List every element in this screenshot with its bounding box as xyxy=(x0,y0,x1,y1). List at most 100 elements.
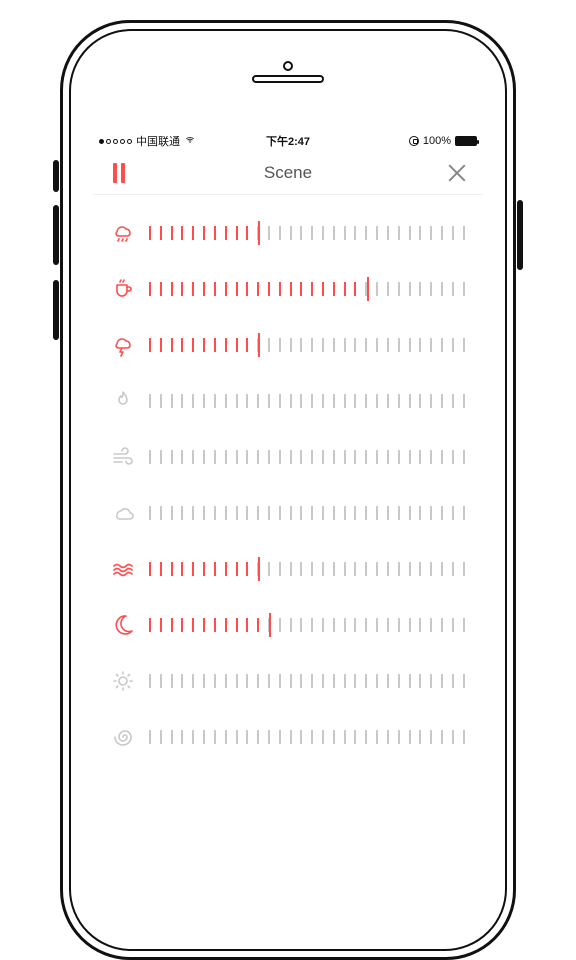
slider-tick xyxy=(149,338,151,352)
moon-icon[interactable] xyxy=(111,613,135,637)
volume-slider-sun[interactable] xyxy=(149,669,465,693)
slider-tick xyxy=(160,450,162,464)
slider-tick xyxy=(354,674,356,688)
slider-thumb[interactable] xyxy=(258,221,260,245)
sun-icon[interactable] xyxy=(111,669,135,693)
cup-icon[interactable] xyxy=(111,277,135,301)
slider-tick xyxy=(181,506,183,520)
slider-tick xyxy=(225,562,227,576)
slider-tick xyxy=(246,226,248,240)
slider-tick xyxy=(214,226,216,240)
slider-tick xyxy=(181,730,183,744)
slider-tick xyxy=(387,618,389,632)
slider-tick xyxy=(409,450,411,464)
slider-tick xyxy=(203,338,205,352)
slider-tick xyxy=(192,226,194,240)
slider-thumb[interactable] xyxy=(258,333,260,357)
slider-tick xyxy=(225,674,227,688)
slider-tick xyxy=(268,506,270,520)
slider-thumb[interactable] xyxy=(367,277,369,301)
slider-tick xyxy=(214,674,216,688)
slider-tick xyxy=(300,450,302,464)
fire-icon[interactable] xyxy=(111,389,135,413)
waves-icon[interactable] xyxy=(111,557,135,581)
slider-thumb[interactable] xyxy=(269,613,271,637)
slider-tick xyxy=(171,730,173,744)
slider-tick xyxy=(387,562,389,576)
slider-tick xyxy=(430,730,432,744)
slider-tick xyxy=(452,282,454,296)
slider-tick xyxy=(246,450,248,464)
slider-tick xyxy=(463,226,465,240)
slider-tick xyxy=(398,450,400,464)
slider-tick xyxy=(419,618,421,632)
cloud2-icon[interactable] xyxy=(111,501,135,525)
slider-tick xyxy=(171,450,173,464)
slider-tick xyxy=(192,282,194,296)
volume-slider-waves[interactable] xyxy=(149,557,465,581)
close-button[interactable] xyxy=(447,163,467,183)
slider-tick xyxy=(171,506,173,520)
slider-tick xyxy=(311,394,313,408)
volume-slider-thunder[interactable] xyxy=(149,333,465,357)
slider-tick xyxy=(279,450,281,464)
slider-tick xyxy=(290,562,292,576)
slider-tick xyxy=(419,506,421,520)
slider-tick xyxy=(409,226,411,240)
slider-tick xyxy=(171,562,173,576)
slider-tick xyxy=(279,730,281,744)
slider-tick xyxy=(387,394,389,408)
slider-tick xyxy=(441,226,443,240)
slider-tick xyxy=(430,282,432,296)
slider-tick xyxy=(225,506,227,520)
slider-tick xyxy=(236,394,238,408)
slider-tick xyxy=(246,730,248,744)
slider-tick xyxy=(441,562,443,576)
slider-tick xyxy=(268,562,270,576)
sound-row-sun xyxy=(93,653,483,709)
slider-tick xyxy=(311,450,313,464)
slider-thumb[interactable] xyxy=(258,557,260,581)
slider-tick xyxy=(171,282,173,296)
slider-tick xyxy=(463,506,465,520)
spiral-icon[interactable] xyxy=(111,725,135,749)
slider-tick xyxy=(430,226,432,240)
slider-tick xyxy=(322,282,324,296)
slider-tick xyxy=(160,562,162,576)
slider-tick xyxy=(214,730,216,744)
device-power-button xyxy=(517,200,523,270)
slider-tick xyxy=(452,450,454,464)
slider-tick xyxy=(387,506,389,520)
slider-tick xyxy=(452,562,454,576)
slider-tick xyxy=(225,338,227,352)
slider-tick xyxy=(322,506,324,520)
volume-slider-wind[interactable] xyxy=(149,445,465,469)
slider-tick xyxy=(354,562,356,576)
slider-tick xyxy=(192,450,194,464)
slider-tick xyxy=(419,394,421,408)
rain-icon[interactable] xyxy=(111,221,135,245)
volume-slider-coffee[interactable] xyxy=(149,277,465,301)
slider-tick xyxy=(225,282,227,296)
slider-tick xyxy=(398,618,400,632)
volume-slider-rain[interactable] xyxy=(149,221,465,245)
slider-tick xyxy=(376,730,378,744)
slider-tick xyxy=(192,562,194,576)
slider-tick xyxy=(387,226,389,240)
status-bar: 中国联通 下午2:47 100% xyxy=(93,131,483,151)
slider-tick xyxy=(387,674,389,688)
slider-tick xyxy=(192,506,194,520)
wind-icon[interactable] xyxy=(111,445,135,469)
slider-tick xyxy=(300,674,302,688)
slider-tick xyxy=(257,674,259,688)
volume-slider-fire[interactable] xyxy=(149,389,465,413)
slider-tick xyxy=(246,618,248,632)
slider-tick xyxy=(268,394,270,408)
slider-tick xyxy=(203,282,205,296)
volume-slider-spiral[interactable] xyxy=(149,725,465,749)
slider-tick xyxy=(171,394,173,408)
thunder-icon[interactable] xyxy=(111,333,135,357)
volume-slider-birds[interactable] xyxy=(149,501,465,525)
slider-tick xyxy=(279,674,281,688)
volume-slider-night[interactable] xyxy=(149,613,465,637)
